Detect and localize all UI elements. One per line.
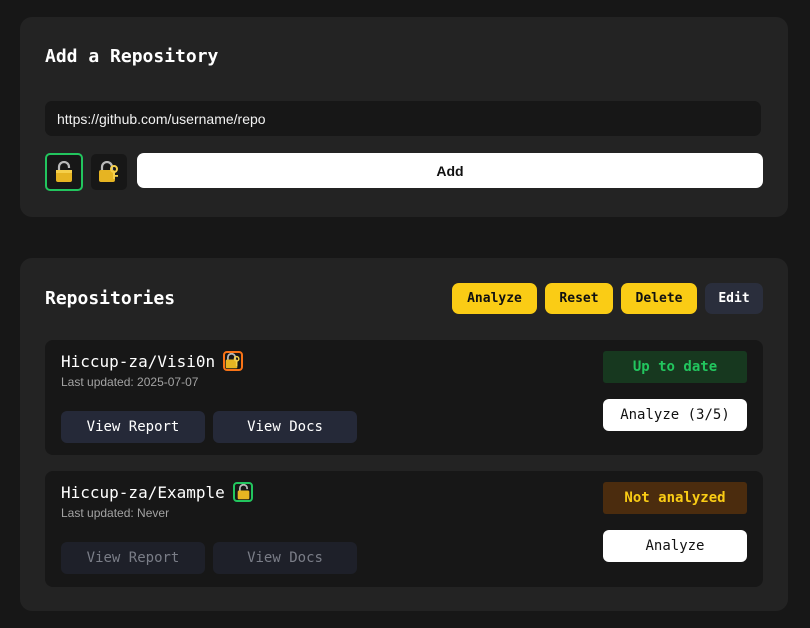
analyze-repo-button[interactable]: Analyze (3/5) [603, 399, 747, 431]
repo-last-updated: Last updated: Never [61, 506, 170, 520]
add-repository-card: Add a Repository Add [20, 17, 788, 217]
repositories-card: Repositories Analyze Reset Delete Edit H… [20, 258, 788, 611]
public-toggle-button[interactable] [45, 153, 83, 191]
delete-button[interactable]: Delete [621, 283, 697, 314]
unlocked-padlock-icon [54, 161, 74, 183]
repo-url-input[interactable] [45, 101, 761, 136]
unlocked-padlock-icon [233, 482, 253, 502]
analyze-repo-button[interactable]: Analyze [603, 530, 747, 562]
view-report-button[interactable]: View Report [61, 411, 205, 443]
locked-padlock-with-key-icon [223, 351, 243, 371]
view-report-button: View Report [61, 542, 205, 574]
status-badge: Up to date [603, 351, 747, 383]
status-badge: Not analyzed [603, 482, 747, 514]
analyze-all-button[interactable]: Analyze [452, 283, 537, 314]
reset-button[interactable]: Reset [545, 283, 613, 314]
view-docs-button: View Docs [213, 542, 357, 574]
repo-name: Hiccup-za/Example [61, 483, 225, 502]
view-docs-button[interactable]: View Docs [213, 411, 357, 443]
repo-name: Hiccup-za/Visi0n [61, 352, 216, 371]
repo-item: Hiccup-za/Visi0n Last updated: 2025-07-0… [45, 340, 763, 455]
add-repository-title: Add a Repository [45, 46, 219, 67]
locked-padlock-with-key-icon [98, 161, 120, 183]
edit-button[interactable]: Edit [705, 283, 763, 314]
add-repository-button[interactable]: Add [137, 153, 763, 188]
repo-last-updated: Last updated: 2025-07-07 [61, 375, 199, 389]
repositories-title: Repositories [45, 288, 176, 309]
private-toggle-button[interactable] [91, 154, 127, 190]
repo-item: Hiccup-za/Example Last updated: Never Vi… [45, 471, 763, 587]
